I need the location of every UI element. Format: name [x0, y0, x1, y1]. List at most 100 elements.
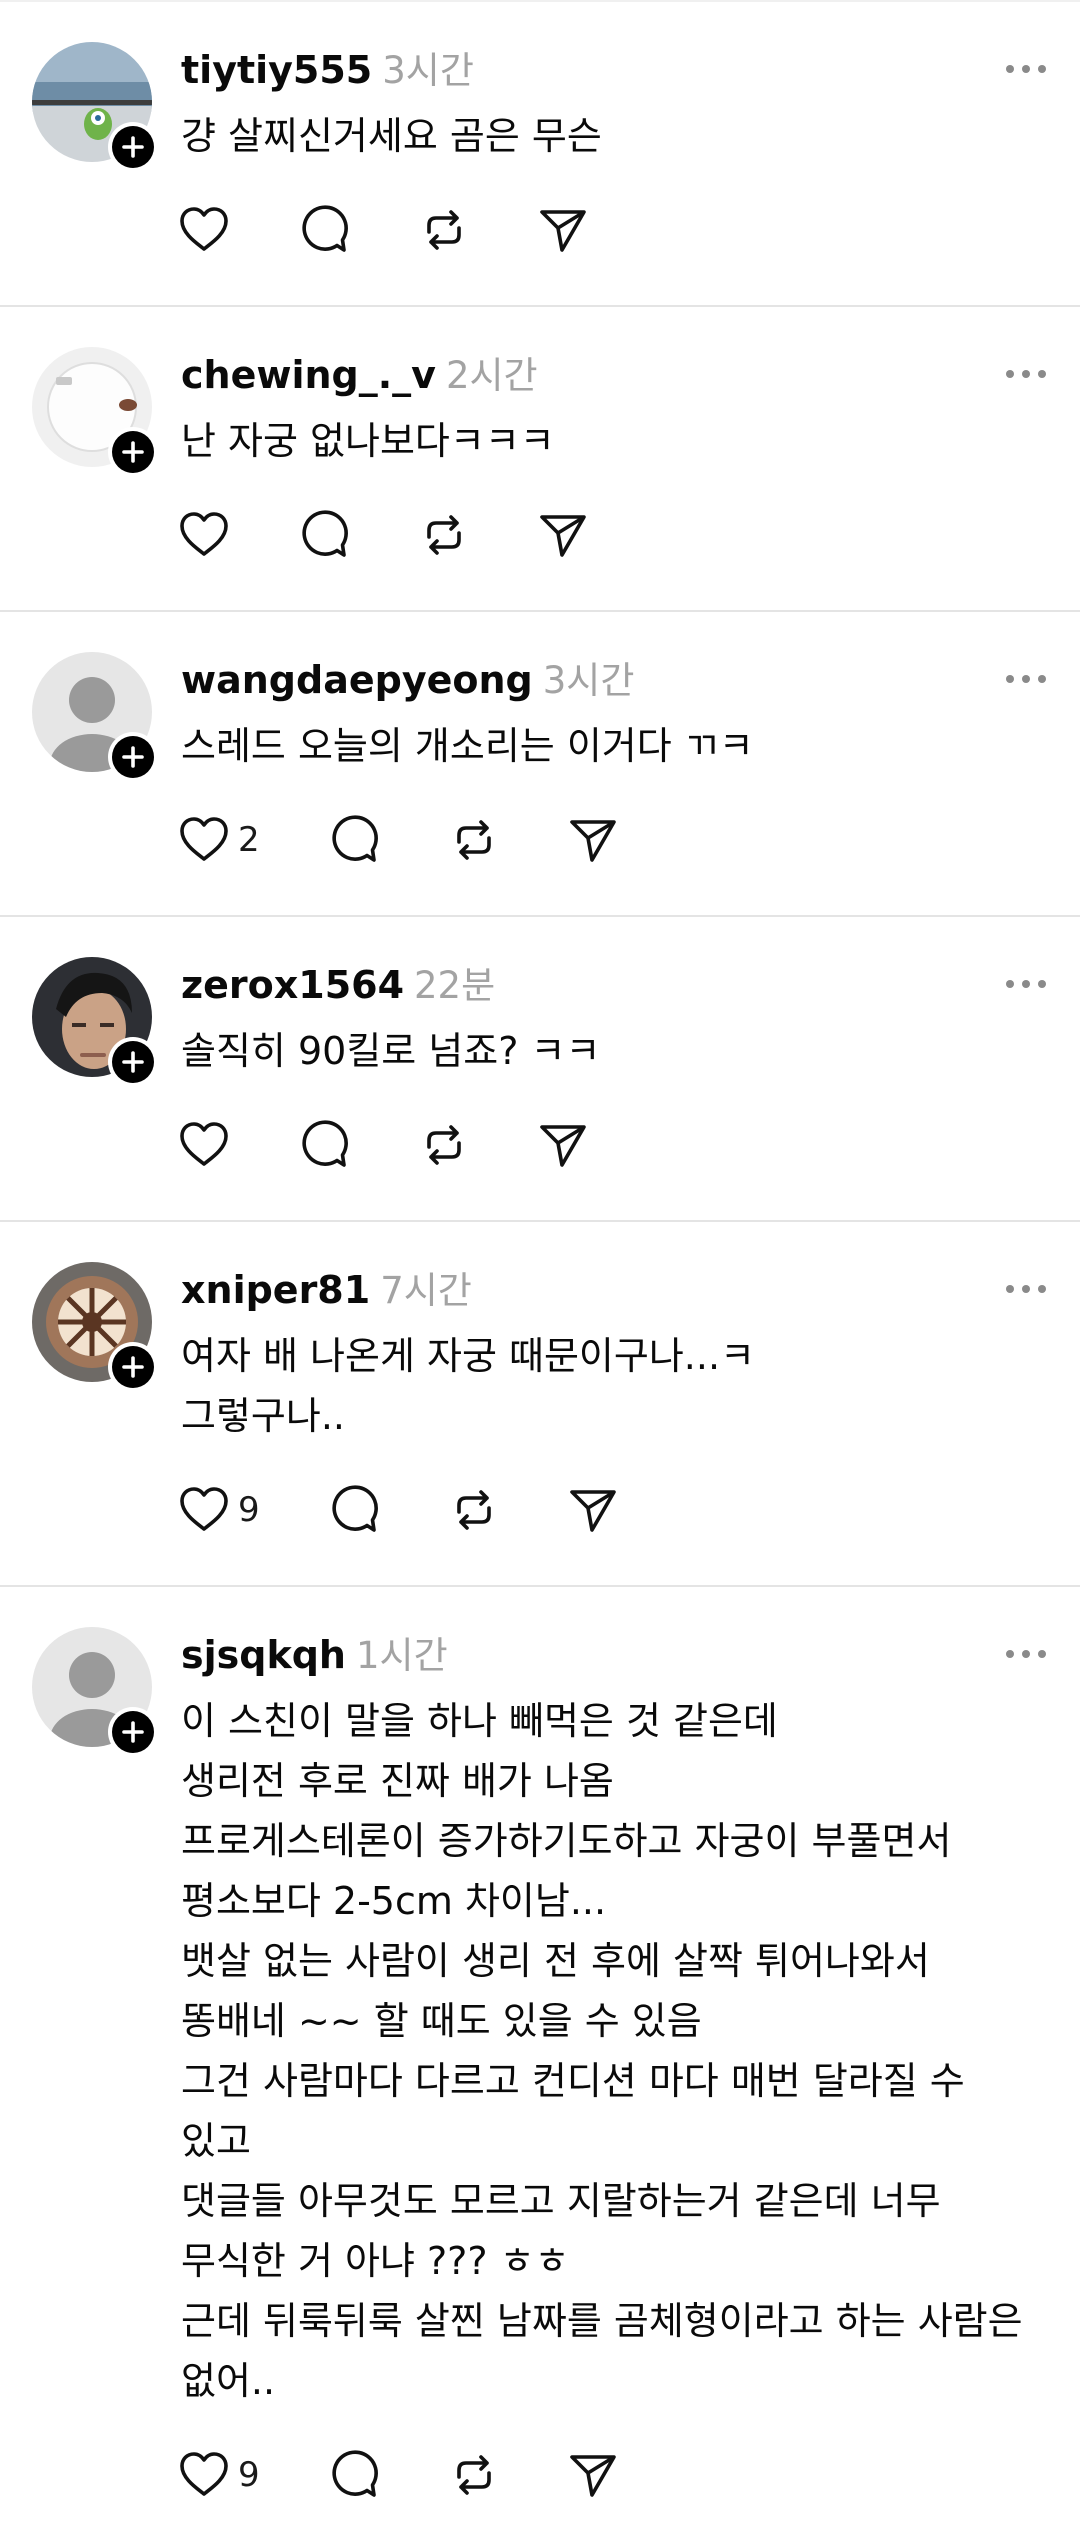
heart-icon	[176, 1482, 232, 1538]
reply-button[interactable]	[296, 200, 416, 260]
repost-button[interactable]	[446, 810, 566, 870]
username[interactable]: xniper81	[181, 1268, 370, 1312]
post-text-line: 그렇구나..	[181, 1394, 345, 1438]
username[interactable]: sjsqkqh	[181, 1633, 346, 1677]
more-icon[interactable]	[1002, 359, 1050, 389]
post-text-line: 똥배네 ~~ 할 때도 있을 수 있음	[181, 1999, 702, 2043]
send-icon	[566, 812, 622, 868]
heart-icon	[176, 202, 232, 258]
repost-button[interactable]	[416, 200, 536, 260]
send-icon	[536, 507, 592, 563]
post-text-line: 근데 뒤룩뒤룩 살찐 남짜를 곰체형이라고 하는 사람은	[181, 2299, 1023, 2343]
action-bar: 2	[176, 810, 686, 870]
comment-icon	[296, 1117, 352, 1173]
username[interactable]: tiytiy555	[181, 48, 372, 92]
more-icon[interactable]	[1002, 969, 1050, 999]
follow-button[interactable]	[108, 1707, 158, 1757]
action-bar: 9	[176, 1480, 686, 1540]
reply-button[interactable]	[296, 1115, 416, 1175]
reply-button[interactable]	[326, 810, 446, 870]
comment-icon	[326, 2447, 382, 2503]
post-text-line: 난 자궁 없나보다ㅋㅋㅋ	[181, 419, 555, 463]
like-button[interactable]	[176, 200, 296, 260]
timestamp: 22분	[414, 964, 496, 1007]
follow-button[interactable]	[108, 427, 158, 477]
post-text-line: 없어..	[181, 2359, 276, 2403]
reply-button[interactable]	[296, 505, 416, 565]
post-text-line: 있고	[181, 2119, 251, 2163]
thread-post[interactable]: sjsqkqh 1시간 이 스친이 말을 하나 빼먹은 것 같은데 생리전 후로 진짜…	[0, 1585, 1080, 2548]
username[interactable]: zerox1564	[181, 963, 404, 1007]
thread-post[interactable]: zerox1564 22분솔직히 90킬로 넘죠? ㅋㅋ	[0, 915, 1080, 1220]
action-bar	[176, 505, 656, 565]
heart-icon	[176, 812, 232, 868]
like-count: 9	[238, 2455, 260, 2495]
share-button[interactable]	[566, 2445, 686, 2505]
heart-icon	[176, 507, 232, 563]
post-text: 난 자궁 없나보다ㅋㅋㅋ	[181, 411, 555, 471]
repost-icon	[416, 202, 472, 258]
like-button[interactable]: 2	[176, 810, 326, 870]
like-button[interactable]: 9	[176, 1480, 326, 1540]
repost-icon	[446, 812, 502, 868]
post-header: sjsqkqh 1시간	[181, 1629, 448, 1682]
more-icon[interactable]	[1002, 1274, 1050, 1304]
repost-button[interactable]	[446, 2445, 566, 2505]
reply-button[interactable]	[326, 1480, 446, 1540]
post-text: 스레드 오늘의 개소리는 이거다 ㄲㅋ	[181, 716, 754, 776]
username[interactable]: chewing_._v	[181, 353, 436, 397]
comment-icon	[326, 1482, 382, 1538]
share-button[interactable]	[566, 1480, 686, 1540]
post-header: xniper81 7시간	[181, 1264, 472, 1317]
thread-post[interactable]: xniper81 7시간여자 배 나온게 자궁 때문이구나...ㅋ 그렇구나.. 9	[0, 1220, 1080, 1585]
comment-icon	[326, 812, 382, 868]
repost-button[interactable]	[416, 1115, 536, 1175]
post-text-line: 걍 살찌신거세요 곰은 무슨	[181, 114, 602, 158]
post-text-line: 여자 배 나온게 자궁 때문이구나...ㅋ	[181, 1334, 755, 1378]
post-text-line: 평소보다 2-5cm 차이남...	[181, 1879, 607, 1923]
thread-post[interactable]: wangdaepyeong 3시간스레드 오늘의 개소리는 이거다 ㄲㅋ 2	[0, 610, 1080, 915]
repost-button[interactable]	[416, 505, 536, 565]
timestamp: 3시간	[382, 49, 474, 92]
like-button[interactable]	[176, 505, 296, 565]
post-text: 여자 배 나온게 자궁 때문이구나...ㅋ 그렇구나..	[181, 1326, 755, 1446]
plus-icon	[112, 431, 154, 473]
like-button[interactable]: 9	[176, 2445, 326, 2505]
send-icon	[566, 1482, 622, 1538]
follow-button[interactable]	[108, 122, 158, 172]
more-icon[interactable]	[1002, 1639, 1050, 1669]
thread-post[interactable]: chewing_._v 2시간 난 자궁 없나보다ㅋㅋㅋ	[0, 305, 1080, 610]
post-text: 솔직히 90킬로 넘죠? ㅋㅋ	[181, 1021, 600, 1081]
share-button[interactable]	[536, 200, 656, 260]
follow-button[interactable]	[108, 732, 158, 782]
comment-icon	[296, 202, 352, 258]
share-button[interactable]	[566, 810, 686, 870]
action-bar: 9	[176, 2445, 686, 2505]
repost-icon	[416, 507, 472, 563]
share-button[interactable]	[536, 505, 656, 565]
share-button[interactable]	[536, 1115, 656, 1175]
plus-icon	[112, 736, 154, 778]
username[interactable]: wangdaepyeong	[181, 658, 533, 702]
like-button[interactable]	[176, 1115, 296, 1175]
post-header: tiytiy555 3시간	[181, 44, 474, 97]
heart-icon	[176, 2447, 232, 2503]
repost-icon	[446, 1482, 502, 1538]
plus-icon	[112, 1041, 154, 1083]
more-icon[interactable]	[1002, 664, 1050, 694]
post-header: zerox1564 22분	[181, 959, 495, 1012]
reply-button[interactable]	[326, 2445, 446, 2505]
follow-button[interactable]	[108, 1037, 158, 1087]
repost-button[interactable]	[446, 1480, 566, 1540]
send-icon	[536, 1117, 592, 1173]
post-header: wangdaepyeong 3시간	[181, 654, 634, 707]
post-text: 걍 살찌신거세요 곰은 무슨	[181, 106, 602, 166]
post-text-line: 솔직히 90킬로 넘죠? ㅋㅋ	[181, 1029, 601, 1073]
like-count: 9	[238, 1490, 260, 1530]
post-text-line: 뱃살 없는 사람이 생리 전 후에 살짝 튀어나와서	[181, 1939, 930, 1983]
thread-post[interactable]: tiytiy555 3시간걍 살찌신거세요 곰은 무슨	[0, 0, 1080, 305]
more-icon[interactable]	[1002, 54, 1050, 84]
post-text-line: 무식한 거 아냐 ??? ㅎㅎ	[181, 2239, 570, 2283]
follow-button[interactable]	[108, 1342, 158, 1392]
timestamp: 1시간	[356, 1634, 448, 1677]
